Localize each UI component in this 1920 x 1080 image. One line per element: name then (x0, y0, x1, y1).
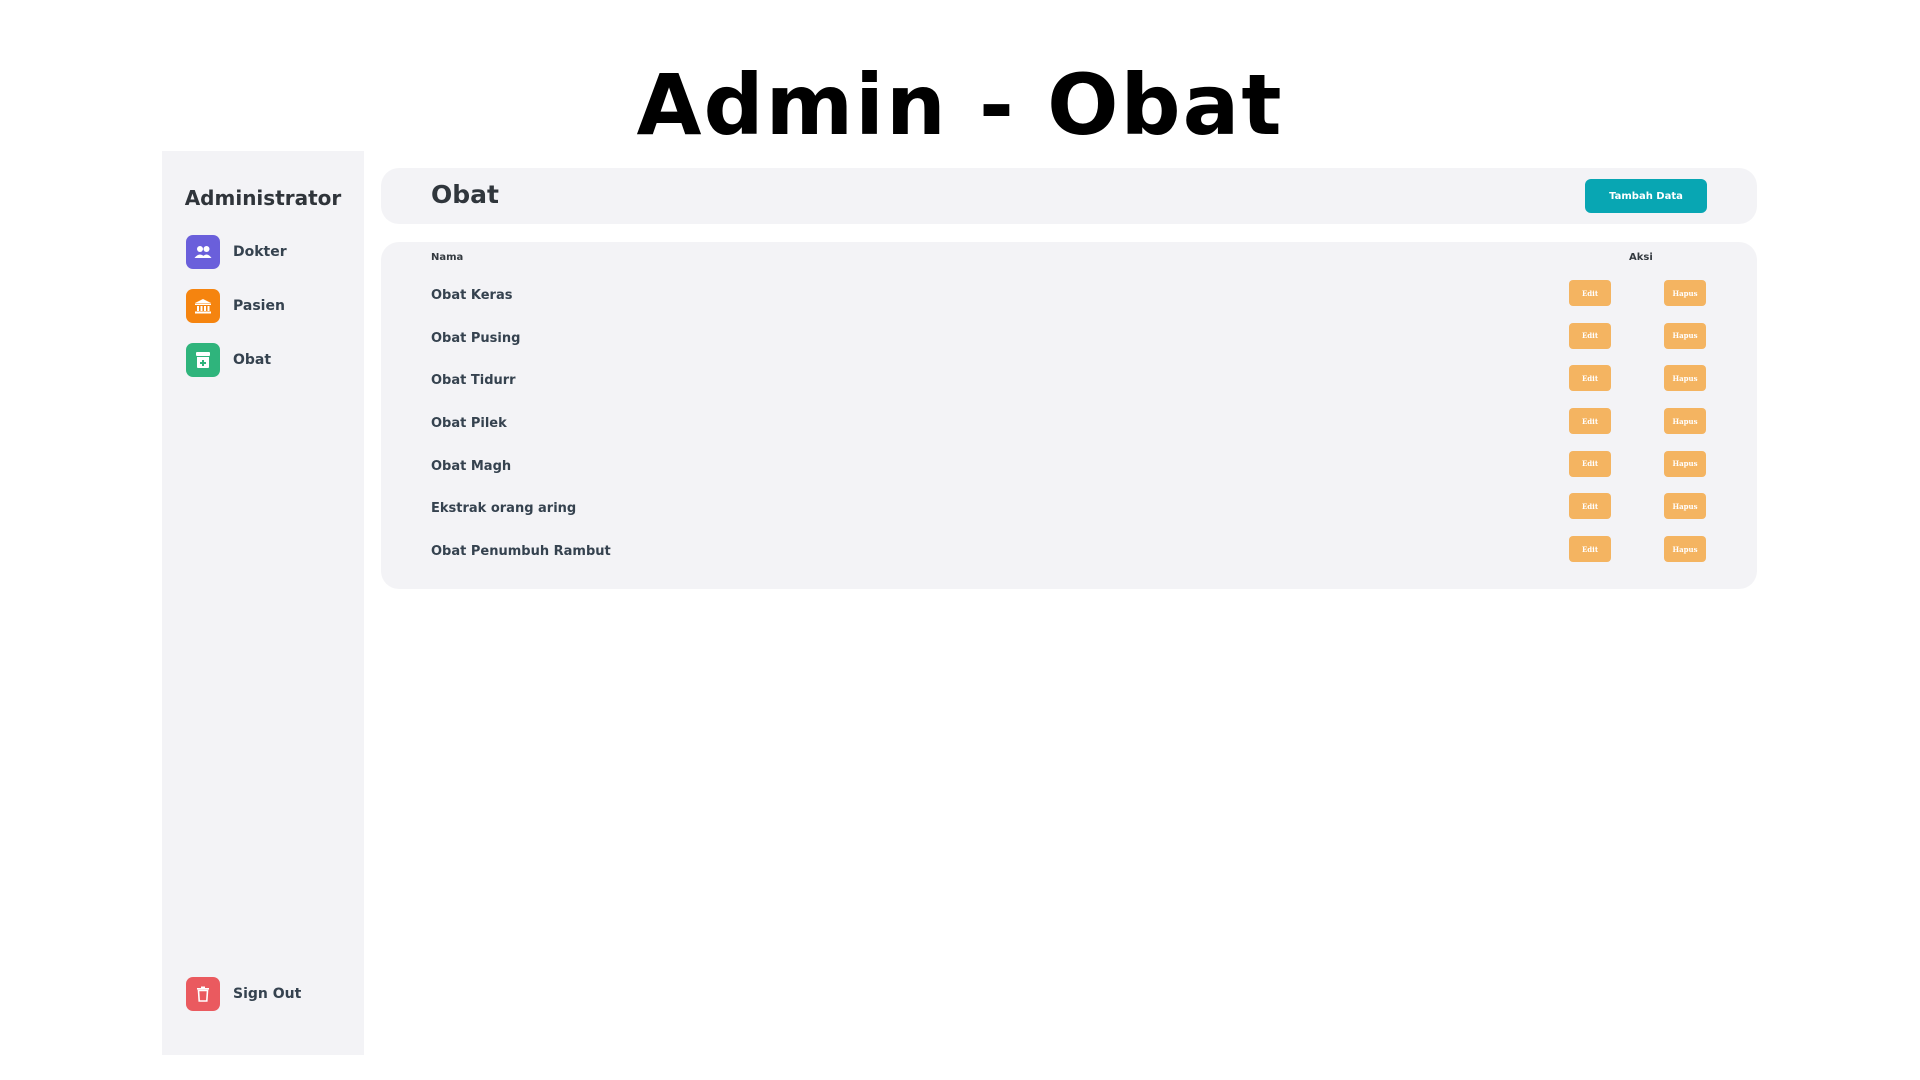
delete-button[interactable]: Hapus (1664, 322, 1706, 349)
delete-button[interactable]: Hapus (1664, 280, 1706, 306)
sidebar-item-label: Dokter (233, 244, 287, 260)
table-row: Obat Magh Edit Hapus (381, 447, 1757, 490)
bank-icon (186, 289, 220, 323)
table-row: Obat Pusing Edit Hapus (381, 319, 1757, 362)
delete-button[interactable]: Hapus (1664, 536, 1706, 563)
row-name: Obat Pusing (431, 330, 521, 346)
delete-button[interactable]: Hapus (1664, 408, 1706, 435)
add-data-button[interactable]: Tambah Data (1585, 179, 1707, 213)
sidebar-item-dokter[interactable]: Dokter (186, 235, 287, 269)
row-name: Obat Pilek (431, 416, 507, 432)
sidebar-item-label: Obat (233, 352, 272, 368)
sidebar-item-obat[interactable]: Obat (186, 343, 271, 377)
row-name: Obat Keras (431, 288, 513, 303)
medicine-icon (186, 343, 220, 377)
delete-button[interactable]: Hapus (1664, 493, 1706, 520)
edit-button[interactable]: Edit (1569, 450, 1611, 477)
sidebar-title: Administrator (184, 186, 342, 210)
table-row: Ekstrak orang aring Edit Hapus (381, 489, 1757, 532)
content-header: Obat Tambah Data (381, 168, 1757, 224)
row-name: Obat Penumbuh Rambut (431, 544, 611, 560)
column-header-action: Aksi (1629, 252, 1653, 263)
table-row: Obat Tidurr Edit Hapus (381, 361, 1757, 404)
users-icon (186, 235, 220, 269)
delete-button[interactable]: Hapus (1664, 365, 1706, 392)
edit-button[interactable]: Edit (1569, 280, 1611, 306)
trash-icon (186, 977, 220, 1011)
delete-button[interactable]: Hapus (1664, 450, 1706, 477)
sidebar-item-label: Pasien (233, 298, 285, 314)
sign-out-button[interactable]: Sign Out (186, 977, 301, 1011)
table-row: Obat Penumbuh Rambut Edit Hapus (381, 532, 1757, 575)
table-row: Obat Keras Edit Hapus (381, 276, 1757, 319)
row-name: Obat Tidurr (431, 373, 516, 389)
edit-button[interactable]: Edit (1569, 536, 1611, 563)
medicine-table: Nama Aksi Obat Keras Edit Hapus Obat Pus… (381, 242, 1757, 589)
table-body: Obat Keras Edit Hapus Obat Pusing Edit H… (381, 276, 1757, 575)
sign-out-label: Sign Out (233, 986, 302, 1002)
column-header-name: Nama (431, 252, 464, 263)
row-name: Obat Magh (431, 458, 512, 474)
page-title: Admin - Obat (636, 56, 1284, 154)
section-title: Obat (431, 180, 499, 209)
table-row: Obat Pilek Edit Hapus (381, 404, 1757, 447)
edit-button[interactable]: Edit (1569, 408, 1611, 435)
sidebar-item-pasien[interactable]: Pasien (186, 289, 285, 323)
row-name: Ekstrak orang aring (431, 501, 577, 517)
edit-button[interactable]: Edit (1569, 493, 1611, 520)
edit-button[interactable]: Edit (1569, 365, 1611, 392)
sidebar: Administrator Dokter Pasien Obat Sign Ou… (162, 151, 364, 1055)
edit-button[interactable]: Edit (1569, 322, 1611, 349)
